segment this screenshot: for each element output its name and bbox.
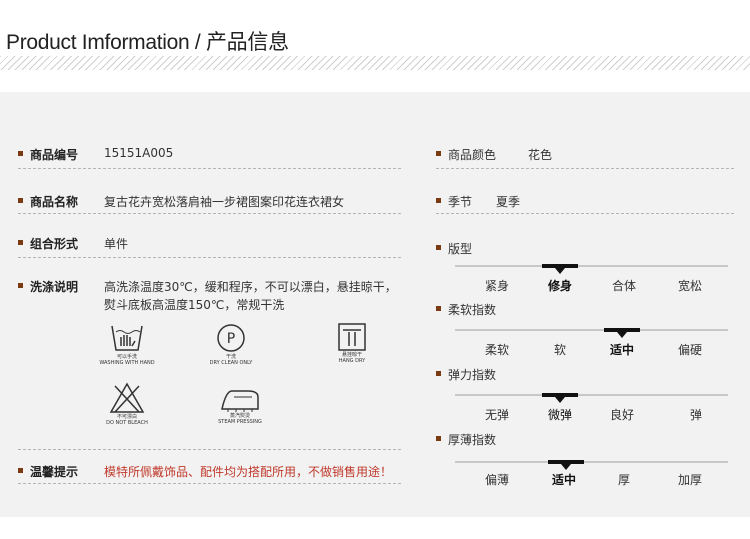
combo-label: 组合形式 — [30, 237, 79, 251]
bullet-icon — [436, 371, 441, 376]
softness-option-selected: 适中 — [609, 343, 634, 357]
elasticity-option: 良好 — [609, 408, 634, 422]
bullet-icon — [18, 283, 23, 288]
divider — [18, 449, 401, 450]
name-label: 商品名称 — [30, 195, 79, 209]
code-label: 商品编号 — [30, 148, 79, 162]
tip-warning: 模特所佩戴饰品、配件均为搭配所用，不做销售用途！ — [104, 465, 393, 479]
bullet-icon — [18, 240, 23, 245]
fit-option: 紧身 — [484, 279, 509, 293]
fit-option: 合体 — [611, 279, 636, 293]
bullet-icon — [18, 151, 23, 156]
elasticity-scale-label: 弹力指数 — [448, 368, 497, 382]
fit-scale-label: 版型 — [448, 242, 473, 256]
name-value: 复古花卉宽松落肩袖一步裙图案印花连衣裙女 — [104, 195, 345, 209]
softness-option: 软 — [553, 343, 566, 357]
wash-instructions: 高洗涤温度30℃，缓和程序，不可以漂白，悬挂晾干，熨斗底板高温度150℃，常规干… — [104, 280, 397, 312]
softness-scale-track — [455, 329, 728, 331]
hand-wash-icon: 可以手洗 WASHING WITH HAND — [96, 322, 158, 366]
fit-scale-pointer-icon — [555, 268, 565, 274]
season-value: 夏季 — [496, 195, 521, 209]
thickness-option-selected: 适中 — [551, 473, 576, 487]
softness-option: 柔软 — [484, 343, 509, 357]
bullet-icon — [18, 468, 23, 473]
divider — [18, 257, 401, 258]
tip-label: 温馨提示 — [30, 465, 79, 479]
elasticity-option: 无弹 — [484, 408, 509, 422]
elasticity-option-selected: 微弹 — [547, 408, 572, 422]
thickness-option: 厚 — [617, 473, 630, 487]
code-value: 15151A005 — [104, 146, 174, 160]
color-label: 商品颜色 — [448, 148, 497, 162]
fit-option: 宽松 — [677, 279, 702, 293]
elasticity-scale-pointer-icon — [555, 397, 565, 403]
softness-scale-pointer-icon — [617, 332, 627, 338]
divider — [18, 213, 401, 214]
page-title: Product Imformation / 产品信息 — [6, 31, 289, 54]
divider — [18, 168, 401, 169]
season-label: 季节 — [448, 195, 473, 209]
thickness-option: 偏薄 — [484, 473, 509, 487]
steam-iron-icon: 蒸汽熨烫 STEAM PRESSING — [206, 385, 274, 425]
thickness-scale-pointer-icon — [561, 464, 571, 470]
svg-text:P: P — [227, 331, 235, 347]
color-value: 花色 — [528, 148, 553, 162]
hatched-divider — [0, 56, 750, 70]
divider — [436, 213, 734, 214]
no-bleach-icon: 不可漂白 DO NOT BLEACH — [96, 382, 158, 426]
softness-option: 偏硬 — [677, 343, 702, 357]
bullet-icon — [436, 151, 441, 156]
bullet-icon — [436, 198, 441, 203]
bullet-icon — [436, 306, 441, 311]
dry-clean-icon: P 干洗 DRY CLEAN ONLY — [200, 322, 262, 366]
bullet-icon — [18, 198, 23, 203]
hang-dry-icon: 悬挂晾干 HANG DRY — [322, 322, 382, 364]
thickness-scale-label: 厚薄指数 — [448, 433, 497, 447]
thickness-scale-track — [455, 461, 728, 463]
bullet-icon — [436, 245, 441, 250]
fit-option-selected: 修身 — [547, 279, 572, 293]
divider — [18, 483, 401, 484]
divider — [436, 168, 734, 169]
bullet-icon — [436, 436, 441, 441]
fit-scale-track — [455, 265, 728, 267]
softness-scale-label: 柔软指数 — [448, 303, 497, 317]
elasticity-option: 弹 — [689, 408, 702, 422]
wash-label: 洗涤说明 — [30, 280, 79, 294]
thickness-option: 加厚 — [677, 473, 702, 487]
elasticity-scale-track — [455, 394, 728, 396]
combo-value: 单件 — [104, 237, 129, 251]
